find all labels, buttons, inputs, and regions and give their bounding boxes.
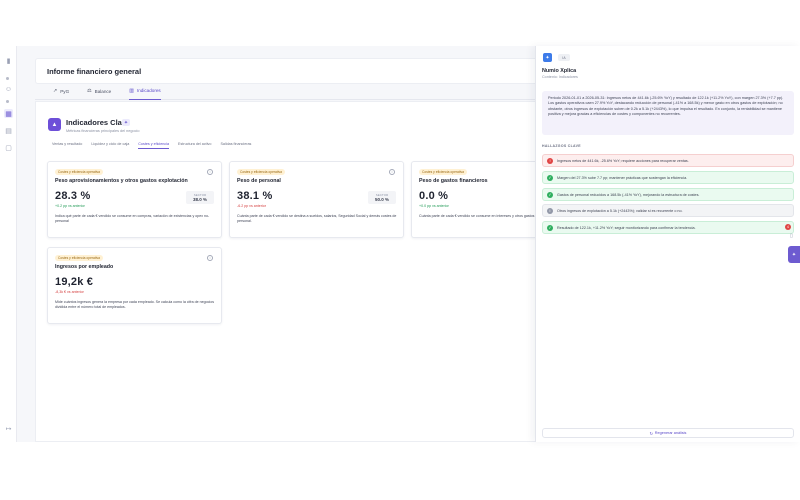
trend-icon: ↗: [53, 88, 58, 94]
kpi-description: Cuánta parte de cada € vendido se consum…: [419, 214, 536, 218]
finding-item: ! Ingresos netos de 441.6k, -25.6% YoY; …: [542, 154, 794, 167]
analysis-summary: Periodo 2026-01-01 a 2026-05-31: Ingreso…: [542, 91, 794, 135]
rail-dot: [6, 77, 9, 80]
subtab-estructura[interactable]: Estructura del activo: [178, 140, 211, 149]
finding-text: Gastos de personal reducidos a 168.5k (-…: [557, 192, 700, 197]
users-icon[interactable]: ☺: [4, 85, 13, 94]
subtab-costes[interactable]: Costes y eficiencia: [138, 140, 170, 149]
kpi-delta: +0.0 pp vs anterior: [419, 204, 449, 208]
check-icon: ✓: [547, 174, 553, 181]
subtab-liquidez[interactable]: Liquidez y ciclo de caja: [91, 140, 129, 149]
kpi-delta: -8,3k € vs anterior: [55, 290, 84, 294]
sparkle-badge-icon[interactable]: ✦: [122, 119, 130, 126]
finding-text: Resultado de 122.1k, +11.2% YoY; seguir …: [557, 225, 696, 230]
sparkle-logo-icon: ✦: [543, 53, 552, 62]
finding-text: Otros ingresos de explotación a 5.1k (+2…: [557, 208, 683, 213]
sector-box: SECTOR 50.0 %: [368, 191, 396, 204]
notification-badge[interactable]: 4: [785, 224, 791, 230]
ai-tag: IA: [558, 54, 570, 61]
indicators-icon: ▲: [48, 118, 61, 131]
subtab-salidas[interactable]: Salidas financieras: [220, 140, 251, 149]
document-icon[interactable]: ▯: [790, 233, 793, 239]
main-area: Informe financiero general ↗ PyG ⚖ Balance…: [17, 46, 536, 442]
chat-icon[interactable]: ▢: [4, 143, 13, 152]
tab-label: Balance: [94, 88, 112, 94]
assistant-toggle-button[interactable]: ✦: [788, 246, 800, 263]
kpi-description: Indica qué parte de cada € vendido se co…: [55, 214, 210, 224]
tab-label: PyG: [60, 88, 70, 94]
sector-value: 50.0 %: [374, 197, 389, 202]
kpi-value: 28.3 %: [55, 190, 91, 202]
bar-chart-icon[interactable]: ▮: [4, 56, 13, 65]
indicators-subtitle: Métricas financieras principales del neg…: [66, 129, 140, 133]
scale-icon: ⚖: [87, 88, 92, 94]
kpi-value: 38.1 %: [237, 190, 273, 202]
kpi-value: 19,2k €: [55, 276, 94, 288]
subtab-ventas[interactable]: Ventas y resultado: [52, 140, 82, 149]
kpi-card[interactable]: Costes y eficiencia operativa i Ingresos…: [47, 247, 222, 324]
indicators-content: ▲ Indicadores Clave ✦ Métricas financier…: [35, 101, 536, 442]
header-bar: Informe financiero general: [35, 58, 535, 84]
finding-item: ✓ Resultado de 122.1k, +11.2% YoY; segui…: [542, 221, 794, 234]
sparkle-icon: ✦: [791, 251, 797, 258]
info-icon[interactable]: i: [389, 169, 395, 175]
grid-icon[interactable]: ▦: [4, 109, 13, 118]
findings-heading: HALLAZGOS CLAVE: [542, 144, 581, 148]
finding-item: i Otros ingresos de explotación a 5.1k (…: [542, 204, 794, 217]
kpi-title: Peso aprovisionamientos y otros gastos e…: [55, 178, 188, 184]
regenerate-button[interactable]: ↻ Regenerar análisis: [542, 428, 794, 438]
finding-item: ✓ Margen del 27.3% sube 7.7 pp; mantener…: [542, 171, 794, 184]
icon-rail: ▮ ☺ ▦ ▤ ▢ ↦: [0, 46, 17, 442]
finding-item: ✓ Gastos de personal reducidos a 168.5k …: [542, 188, 794, 201]
finding-text: Margen del 27.3% sube 7.7 pp; mantener p…: [557, 175, 688, 180]
check-icon: ✓: [547, 224, 553, 231]
table-icon[interactable]: ▤: [4, 126, 13, 135]
panel-title: Numio Xplica: [542, 68, 577, 74]
kpi-delta: +0.2 pp vs anterior: [55, 204, 85, 208]
indicators-title: Indicadores Clave: [66, 118, 131, 127]
kpi-card[interactable]: Costes y eficiencia operativa Peso de ga…: [411, 161, 536, 238]
info-icon: i: [547, 207, 553, 214]
tab-balance[interactable]: ⚖ Balance: [87, 82, 111, 100]
tab-indicadores[interactable]: ▥ Indicadores: [129, 82, 161, 100]
indicator-subtabs: Ventas y resultado Liquidez y ciclo de c…: [52, 140, 251, 149]
category-pill: Costes y eficiencia operativa: [419, 169, 467, 175]
rail-dot: [6, 100, 9, 103]
sector-value: 38.0 %: [192, 197, 207, 202]
category-pill: Costes y eficiencia operativa: [55, 169, 103, 175]
category-pill: Costes y eficiencia operativa: [55, 255, 103, 261]
kpi-delta: -6.2 pp vs anterior: [237, 204, 266, 208]
kpi-description: Mide cuántos ingresos genera la empresa …: [55, 300, 215, 310]
check-icon: ✓: [547, 191, 553, 198]
page-title: Informe financiero general: [47, 67, 142, 76]
info-icon[interactable]: i: [207, 169, 213, 175]
kpi-description: Cuánta parte de cada € vendido se destin…: [237, 214, 397, 224]
kpi-title: Ingresos por empleado: [55, 264, 114, 270]
sector-box: SECTOR 38.0 %: [186, 191, 214, 204]
report-tabs: ↗ PyG ⚖ Balance ▥ Indicadores: [35, 82, 535, 100]
info-icon[interactable]: i: [207, 255, 213, 261]
ai-panel: ✦ IA Numio Xplica Contexto: Indicadores …: [535, 46, 800, 442]
panel-context: Contexto: Indicadores: [542, 75, 578, 79]
refresh-icon: ↻: [649, 431, 653, 436]
kpi-card[interactable]: Costes y eficiencia operativa i Peso de …: [229, 161, 404, 238]
regenerate-label: Regenerar análisis: [654, 431, 687, 435]
chart-icon: ▥: [129, 87, 134, 94]
kpi-card[interactable]: Costes y eficiencia operativa i Peso apr…: [47, 161, 222, 238]
tab-label: Indicadores: [136, 88, 161, 93]
tab-pyg[interactable]: ↗ PyG: [53, 82, 69, 100]
kpi-title: Peso de personal: [237, 178, 281, 184]
logout-icon[interactable]: ↦: [4, 424, 13, 433]
kpi-value: 0.0 %: [419, 190, 449, 202]
finding-text: Ingresos netos de 441.6k, -25.6% YoY; re…: [557, 158, 689, 163]
category-pill: Costes y eficiencia operativa: [237, 169, 285, 175]
alert-icon: !: [547, 157, 553, 164]
kpi-title: Peso de gastos financieros: [419, 178, 488, 184]
